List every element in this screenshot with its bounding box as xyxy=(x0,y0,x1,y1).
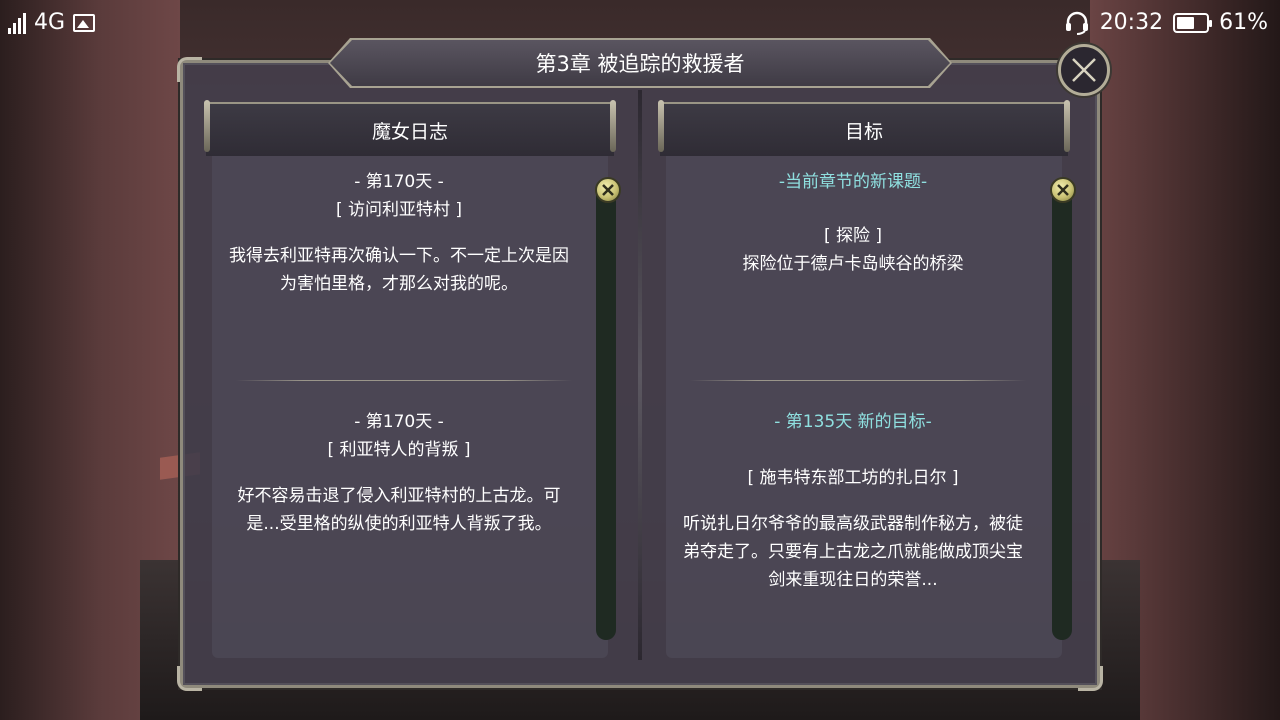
entry-date: -当前章节的新课题- xyxy=(778,172,928,192)
book-spine xyxy=(638,90,642,660)
game-screen: 4G 20:32 61% 第3章 被追踪的救援者 魔女日志 - 第170天 - … xyxy=(0,0,1280,720)
frame-corner xyxy=(177,57,202,82)
journal-entry: - 第170天 - [ 访问利亚特村 ] 我得去利亚特再次确认一下。不一定上次是… xyxy=(226,168,572,298)
witch-journal-header: 魔女日志 xyxy=(204,100,616,156)
entry-text: 好不容易击退了侵入利亚特村的上古龙。可是...受里格的纵使的利亚特人背叛了我。 xyxy=(237,486,561,534)
collapse-icon xyxy=(602,184,614,196)
entry-date: - 第135天 新的目标- xyxy=(774,412,932,432)
objectives-scrollbar[interactable] xyxy=(1052,184,1072,640)
entry-text: 听说扎日尔爷爷的最高级武器制作秘方，被徒弟夺走了。只要有上古龙之爪就能做成顶尖宝… xyxy=(683,514,1023,590)
objective-entry: - 第135天 新的目标- [ 施韦特东部工坊的扎日尔 ] 听说扎日尔爷爷的最高… xyxy=(680,408,1026,594)
clock: 20:32 xyxy=(1099,10,1164,35)
entry-text: 我得去利亚特再次确认一下。不一定上次是因为害怕里格，才那么对我的呢。 xyxy=(229,246,569,294)
objectives-panel: 目标 -当前章节的新课题- [ 探险 ] 探险位于德卢卡岛峡谷的桥梁 - 第13… xyxy=(658,100,1070,658)
frame-corner xyxy=(1078,666,1103,691)
entry-divider xyxy=(690,380,1026,381)
close-button[interactable] xyxy=(1058,44,1110,96)
collapse-icon xyxy=(1057,184,1069,196)
chapter-title: 第3章 被追踪的救援者 xyxy=(330,40,950,86)
status-bar-left: 4G xyxy=(8,10,96,35)
objectives-header: 目标 xyxy=(658,100,1070,156)
journal-scrollbar[interactable] xyxy=(596,184,616,640)
journal-scroll-knob[interactable] xyxy=(595,177,621,203)
entry-text: 探险位于德卢卡岛峡谷的桥梁 xyxy=(742,254,964,274)
gallery-icon xyxy=(73,13,96,32)
status-bar-right: 20:32 61% xyxy=(1064,10,1268,35)
witch-journal-panel: 魔女日志 - 第170天 - [ 访问利亚特村 ] 我得去利亚特再次确认一下。不… xyxy=(204,100,616,658)
entry-date: - 第170天 - xyxy=(354,172,444,192)
signal-icon xyxy=(8,12,26,34)
journal-entry: - 第170天 - [ 利亚特人的背叛 ] 好不容易击退了侵入利亚特村的上古龙。… xyxy=(226,408,572,538)
battery-percent: 61% xyxy=(1219,10,1268,35)
objective-entry: -当前章节的新课题- [ 探险 ] 探险位于德卢卡岛峡谷的桥梁 xyxy=(680,168,1026,278)
entry-subtitle: [ 利亚特人的背叛 ] xyxy=(327,440,471,460)
network-type: 4G xyxy=(34,10,66,35)
entry-divider xyxy=(236,380,572,381)
battery-icon xyxy=(1173,12,1213,33)
frame-corner xyxy=(177,666,202,691)
objectives-scroll-knob[interactable] xyxy=(1050,177,1076,203)
entry-subtitle: [ 探险 ] xyxy=(823,226,883,246)
entry-subtitle: [ 施韦特东部工坊的扎日尔 ] xyxy=(747,468,959,488)
battery-fill xyxy=(1177,16,1195,29)
entry-date: - 第170天 - xyxy=(354,412,444,432)
close-icon xyxy=(1072,58,1096,82)
headset-icon xyxy=(1065,11,1088,35)
entry-subtitle: [ 访问利亚特村 ] xyxy=(335,200,463,220)
